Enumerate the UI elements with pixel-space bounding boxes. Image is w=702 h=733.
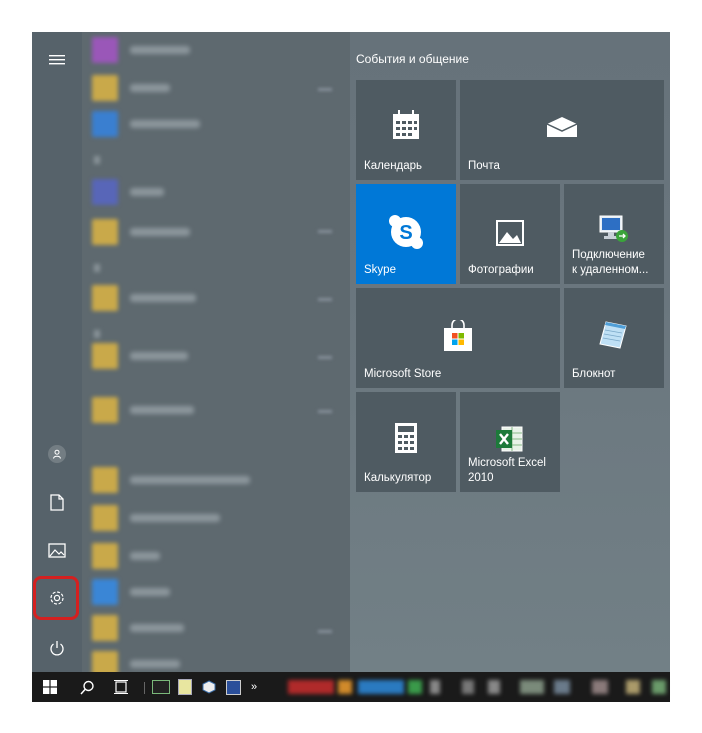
list-item[interactable] (92, 466, 250, 494)
tile-label: Microsoft Store (364, 368, 442, 380)
tile-skype[interactable]: S Skype (356, 184, 456, 284)
task-view-icon (114, 680, 128, 694)
skype-icon: S (389, 215, 423, 249)
list-item[interactable] (92, 342, 188, 370)
taskbar-divider (144, 682, 145, 694)
start-menu: События и общение Календарь Почта S Skyp… (32, 32, 670, 672)
tile-label: Подключение к удаленном... (572, 249, 649, 276)
console-icon (152, 680, 170, 694)
tile-label: Skype (364, 264, 396, 276)
notepad-small-icon (178, 679, 192, 695)
taskbar: » (32, 672, 670, 702)
tile-photos[interactable]: Фотографии (460, 184, 560, 284)
quicklaunch-save[interactable] (222, 672, 244, 702)
taskbar-app[interactable] (652, 680, 666, 694)
windows-logo-icon (43, 680, 57, 694)
tile-remote-desktop[interactable]: Подключение к удаленном... (564, 184, 664, 284)
hamburger-icon (49, 55, 65, 65)
tile-label: Калькулятор (364, 472, 432, 484)
tile-microsoft-store[interactable]: Microsoft Store (356, 288, 560, 388)
expand-button[interactable] (32, 38, 82, 82)
list-item[interactable] (92, 542, 160, 570)
list-item[interactable] (92, 218, 190, 246)
floppy-icon (225, 679, 241, 695)
list-item[interactable] (92, 110, 200, 138)
quicklaunch-virtualbox[interactable] (198, 672, 220, 702)
list-item[interactable] (92, 396, 194, 424)
excel-icon (496, 426, 523, 452)
tile-mail[interactable]: Почта (460, 80, 664, 180)
list-item[interactable] (92, 614, 184, 642)
tile-excel[interactable]: Microsoft Excel 2010 (460, 392, 560, 492)
taskbar-app[interactable] (554, 680, 570, 694)
list-item[interactable] (92, 578, 170, 606)
pictures-icon (48, 542, 66, 558)
start-button[interactable] (32, 672, 68, 702)
quicklaunch-notepad[interactable] (174, 672, 196, 702)
tile-group-title: События и общение (356, 52, 469, 66)
taskbar-app[interactable] (338, 680, 352, 694)
taskbar-app[interactable] (358, 680, 404, 694)
task-view-button[interactable] (106, 672, 136, 702)
virtualbox-icon (202, 680, 216, 694)
svg-text:S: S (399, 222, 412, 244)
taskbar-app[interactable] (592, 680, 608, 694)
tile-calendar[interactable]: Календарь (356, 80, 456, 180)
taskbar-app[interactable] (408, 680, 422, 694)
search-button[interactable] (72, 672, 102, 702)
tile-calculator[interactable]: Калькулятор (356, 392, 456, 492)
account-button[interactable] (32, 432, 82, 476)
documents-button[interactable] (32, 480, 82, 524)
store-bag-icon (444, 320, 472, 351)
list-item[interactable] (92, 284, 196, 312)
list-item[interactable] (92, 504, 220, 532)
taskbar-app[interactable] (430, 680, 440, 694)
photos-icon (496, 220, 524, 246)
notepad-icon (599, 321, 627, 349)
list-item[interactable] (92, 74, 170, 102)
taskbar-app[interactable] (520, 680, 544, 694)
taskbar-app[interactable] (288, 680, 334, 694)
tile-label: Календарь (364, 160, 423, 172)
tile-label: Блокнот (572, 368, 616, 380)
document-icon (50, 493, 64, 511)
app-list (82, 32, 350, 672)
tile-label: Почта (468, 160, 500, 172)
tile-label: Microsoft Excel 2010 (468, 457, 546, 484)
search-icon (79, 680, 94, 694)
taskbar-app[interactable] (488, 680, 500, 694)
calculator-icon (395, 423, 417, 453)
calendar-icon (393, 110, 419, 139)
mail-icon (546, 117, 578, 137)
list-item[interactable] (92, 178, 164, 206)
list-item[interactable] (92, 650, 180, 672)
quicklaunch-overflow[interactable]: » (246, 672, 262, 702)
tile-label: Фотографии (468, 264, 534, 276)
pictures-button[interactable] (32, 528, 82, 572)
remote-desktop-icon (599, 215, 628, 242)
power-icon (50, 640, 64, 655)
list-item[interactable] (92, 36, 190, 64)
taskbar-app[interactable] (462, 680, 474, 694)
user-icon (48, 445, 66, 463)
tile-notepad[interactable]: Блокнот (564, 288, 664, 388)
quicklaunch-console[interactable] (150, 672, 172, 702)
start-rail (32, 32, 82, 672)
settings-highlight-frame (33, 576, 79, 620)
taskbar-app[interactable] (626, 680, 640, 694)
power-button[interactable] (32, 626, 82, 670)
